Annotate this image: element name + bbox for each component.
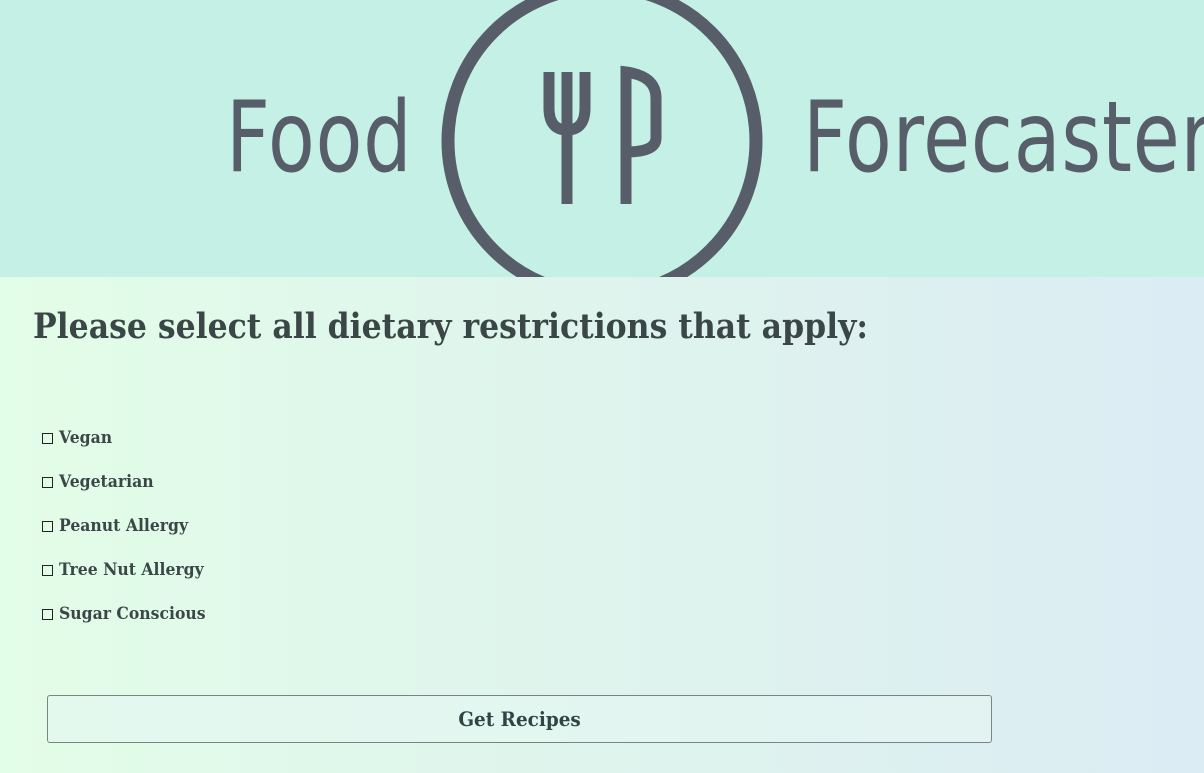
option-label: Vegetarian xyxy=(59,472,154,492)
option-label: Peanut Allergy xyxy=(59,516,189,536)
vegetarian-checkbox[interactable] xyxy=(42,476,53,488)
option-vegan[interactable]: Vegan xyxy=(42,426,218,450)
header-banner: Food Forecaster xyxy=(0,0,1204,277)
get-recipes-button[interactable]: Get Recipes xyxy=(47,695,992,743)
get-recipes-label: Get Recipes xyxy=(458,707,581,731)
option-label: Sugar Conscious xyxy=(59,604,206,624)
vegan-checkbox[interactable] xyxy=(42,432,53,444)
dietary-options-list: Vegan Vegetarian Peanut Allergy Tree Nut… xyxy=(42,426,218,646)
option-sugar-conscious[interactable]: Sugar Conscious xyxy=(42,602,218,626)
fork-knife-icon xyxy=(441,0,763,277)
option-tree-nut-allergy[interactable]: Tree Nut Allergy xyxy=(42,558,218,582)
tree-nut-allergy-checkbox[interactable] xyxy=(42,564,53,576)
logo-word-forecaster: Forecaster xyxy=(803,81,1204,195)
peanut-allergy-checkbox[interactable] xyxy=(42,520,53,532)
option-label: Tree Nut Allergy xyxy=(59,560,204,580)
option-peanut-allergy[interactable]: Peanut Allergy xyxy=(42,514,218,538)
logo-word-food: Food xyxy=(226,81,413,195)
sugar-conscious-checkbox[interactable] xyxy=(42,608,53,620)
option-label: Vegan xyxy=(59,428,113,448)
page-title: Please select all dietary restrictions t… xyxy=(33,306,869,347)
option-vegetarian[interactable]: Vegetarian xyxy=(42,470,218,494)
